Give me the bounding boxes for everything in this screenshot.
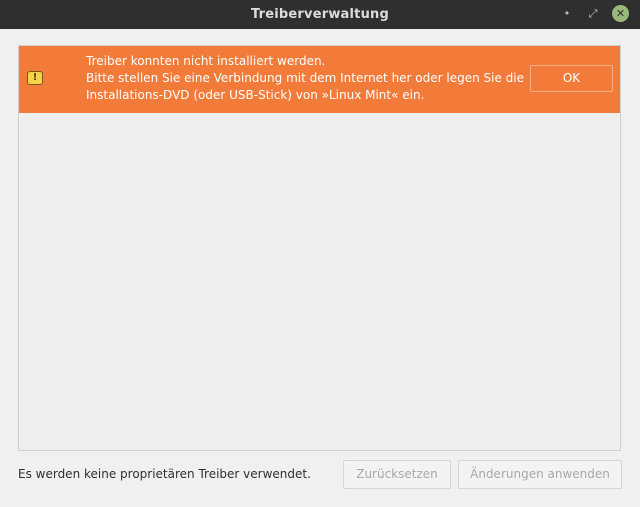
minimize-icon[interactable]: •	[558, 5, 576, 23]
title-bar[interactable]: Treiberverwaltung • ⤢ ✕	[0, 0, 640, 29]
apply-changes-button[interactable]: Änderungen anwenden	[458, 460, 622, 489]
reset-button[interactable]: Zurücksetzen	[343, 460, 451, 489]
driver-list-frame: ! Treiber konnten nicht installiert werd…	[18, 45, 621, 451]
infobar-line: Bitte stellen Sie eine Verbindung mit de…	[86, 71, 525, 85]
error-infobar: ! Treiber konnten nicht installiert werd…	[19, 46, 620, 113]
ok-button[interactable]: OK	[530, 65, 613, 92]
window-title: Treiberverwaltung	[250, 7, 390, 22]
driver-list[interactable]	[19, 113, 620, 450]
status-label: Es werden keine proprietären Treiber ver…	[18, 467, 311, 481]
warning-icon: !	[27, 71, 43, 85]
infobar-line: Installations-DVD (oder USB-Stick) von »…	[86, 88, 425, 102]
infobar-line: Treiber konnten nicht installiert werden…	[86, 54, 326, 68]
infobar-message: Treiber konnten nicht installiert werden…	[86, 53, 525, 104]
close-icon[interactable]: ✕	[612, 5, 629, 22]
driver-manager-window: Treiberverwaltung • ⤢ ✕ ! Treiber konnte…	[0, 0, 640, 507]
maximize-icon[interactable]: ⤢	[584, 5, 602, 23]
